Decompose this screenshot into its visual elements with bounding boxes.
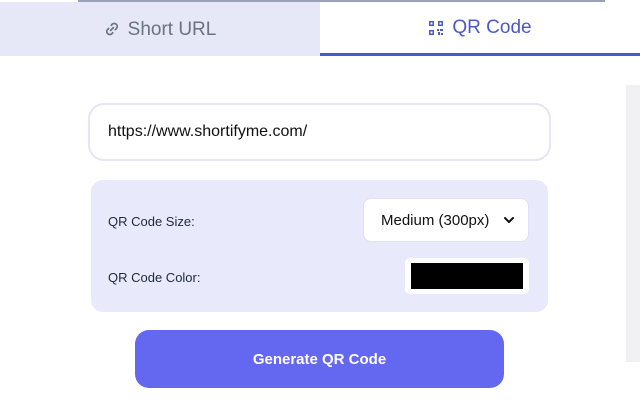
url-input[interactable] [88, 103, 551, 161]
qr-code-color-picker[interactable] [405, 258, 529, 294]
qr-code-icon [428, 20, 444, 36]
generate-qr-code-button[interactable]: Generate QR Code [135, 330, 504, 388]
qr-code-size-select[interactable]: Medium (300px) [363, 198, 529, 242]
qr-code-color-swatch [411, 263, 523, 289]
tab-short-url-label: Short URL [127, 18, 217, 40]
qr-options-card: QR Code Size: Medium (300px) QR Code Col… [91, 180, 548, 312]
chevron-down-icon [502, 213, 516, 227]
tab-qr-code[interactable]: QR Code [320, 2, 640, 56]
qr-code-size-value: Medium (300px) [381, 211, 490, 229]
qr-code-size-label: QR Code Size: [108, 214, 195, 229]
tab-qr-code-label: QR Code [452, 17, 532, 38]
link-icon [104, 21, 120, 37]
qr-code-color-label: QR Code Color: [108, 270, 201, 285]
right-side-panel [626, 85, 640, 362]
qr-generator-page: Short URL QR Code QR Code Size: Medium (… [0, 0, 640, 400]
tab-short-url[interactable]: Short URL [0, 2, 320, 56]
